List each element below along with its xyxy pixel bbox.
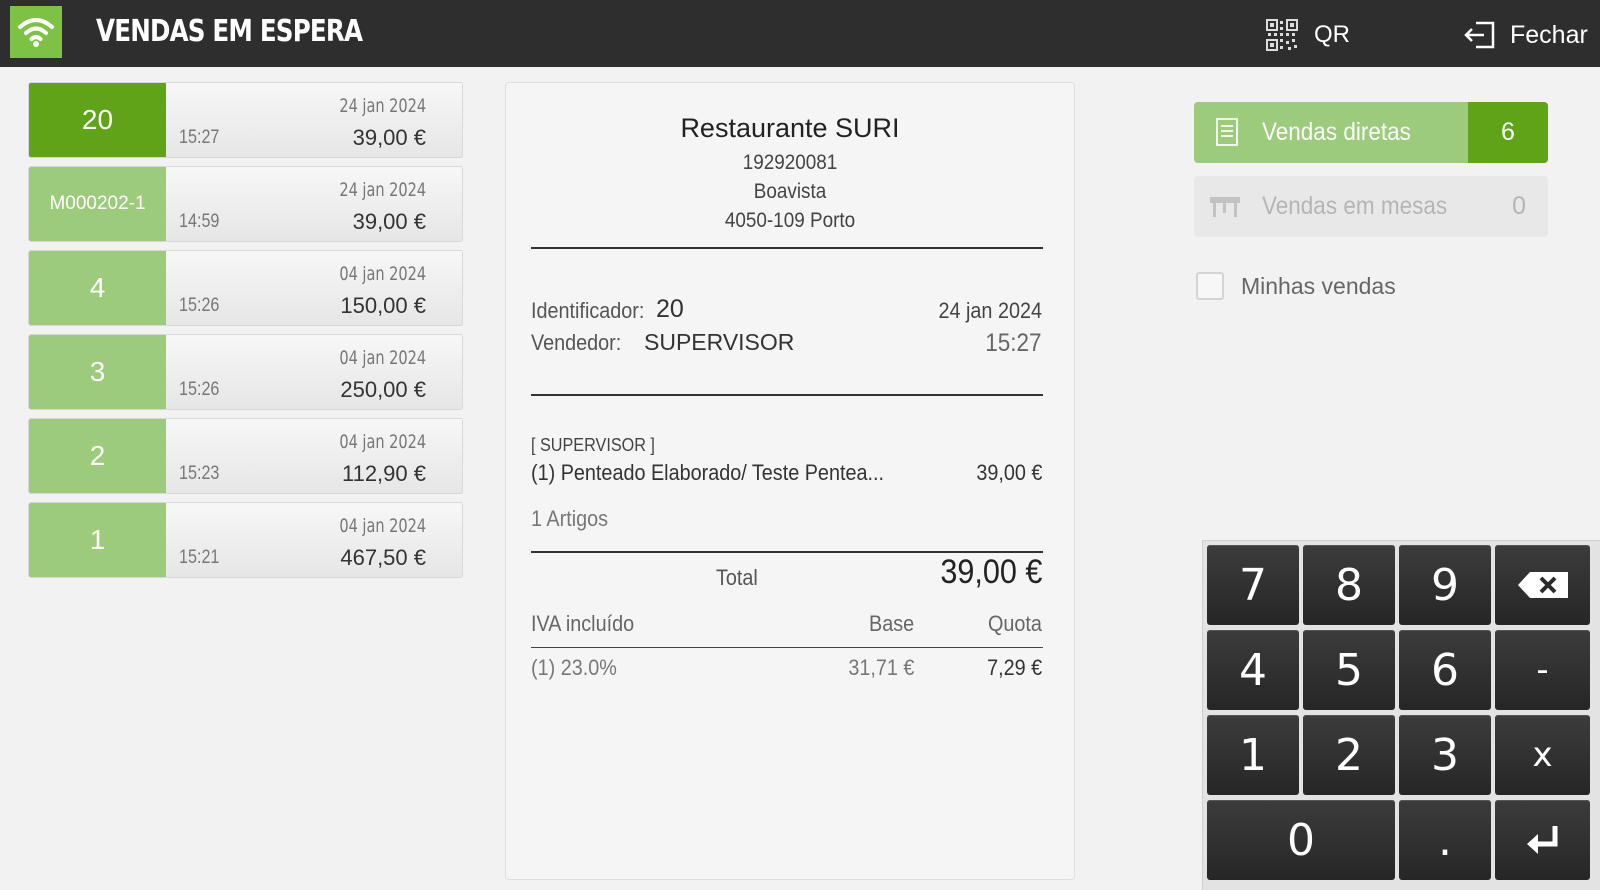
direct-sales-tab[interactable]: Vendas diretas 6 bbox=[1194, 102, 1548, 163]
sale-amount: 150,00 € bbox=[340, 293, 426, 318]
item-price: 39,00 € bbox=[975, 460, 1042, 485]
sale-id: 1 bbox=[29, 503, 166, 577]
sale-amount: 112,90 € bbox=[341, 461, 426, 486]
sale-amount: 39,00 € bbox=[352, 125, 426, 150]
divider bbox=[531, 394, 1043, 396]
top-bar: VENDAS EM ESPERA QR Fechar bbox=[0, 0, 1600, 67]
key-6[interactable]: 6 bbox=[1399, 630, 1491, 710]
numeric-keypad: 7 8 9 4 5 6 - 1 2 3 x 0 . bbox=[1202, 540, 1600, 890]
sale-amount: 39,00 € bbox=[352, 209, 426, 234]
seller-value: SUPERVISOR bbox=[644, 329, 795, 355]
key-1[interactable]: 1 bbox=[1207, 715, 1299, 795]
page-title: VENDAS EM ESPERA bbox=[96, 14, 363, 49]
table-sales-label: Vendas em mesas bbox=[1262, 192, 1448, 220]
receipt-icon bbox=[1216, 118, 1238, 146]
key-5[interactable]: 5 bbox=[1303, 630, 1395, 710]
key-4[interactable]: 4 bbox=[1207, 630, 1299, 710]
item-description: (1) Penteado Elaborado/ Teste Pentea... bbox=[531, 460, 884, 485]
sale-date: 04 jan 2024 bbox=[339, 263, 426, 285]
sale-id: 3 bbox=[29, 335, 166, 409]
wifi-status[interactable] bbox=[10, 6, 62, 58]
enter-key[interactable] bbox=[1495, 800, 1590, 880]
items-count: 1 Artigos bbox=[531, 506, 609, 531]
total-value: 39,00 € bbox=[939, 553, 1042, 591]
exit-icon bbox=[1464, 21, 1495, 49]
sale-id: M000202-1 bbox=[29, 167, 166, 241]
table-sales-count: 0 bbox=[1512, 192, 1526, 220]
identifier-label: Identificador: bbox=[531, 298, 645, 323]
receipt-date: 24 jan 2024 bbox=[938, 298, 1043, 323]
store-tax-id: 192920081 bbox=[742, 151, 838, 174]
table-sales-tab[interactable]: Vendas em mesas 0 bbox=[1194, 176, 1548, 237]
sale-amount: 467,50 € bbox=[340, 545, 426, 570]
table-icon bbox=[1210, 197, 1240, 217]
key-8[interactable]: 8 bbox=[1303, 545, 1395, 625]
sale-id: 4 bbox=[29, 251, 166, 325]
sale-time: 15:21 bbox=[179, 547, 220, 568]
qr-label: QR bbox=[1314, 21, 1350, 48]
sale-date: 04 jan 2024 bbox=[339, 515, 426, 537]
sale-time: 15:27 bbox=[179, 127, 220, 148]
divider bbox=[531, 247, 1043, 249]
sale-date: 04 jan 2024 bbox=[339, 347, 426, 369]
key-0[interactable]: 0 bbox=[1207, 800, 1395, 880]
sale-item[interactable]: M000202-1 24 jan 2024 14:59 39,00 € bbox=[28, 166, 463, 242]
sale-date: 24 jan 2024 bbox=[339, 179, 426, 201]
sale-item[interactable]: 4 04 jan 2024 15:26 150,00 € bbox=[28, 250, 463, 326]
sale-item[interactable]: 3 04 jan 2024 15:26 250,00 € bbox=[28, 334, 463, 410]
store-name: Restaurante SURI bbox=[680, 113, 900, 143]
decimal-key[interactable]: . bbox=[1399, 800, 1491, 880]
minus-key[interactable]: - bbox=[1495, 630, 1590, 710]
key-2[interactable]: 2 bbox=[1303, 715, 1395, 795]
receipt-preview: Restaurante SURI 192920081 Boavista 4050… bbox=[505, 82, 1075, 880]
backspace-key[interactable] bbox=[1495, 545, 1590, 625]
key-3[interactable]: 3 bbox=[1399, 715, 1491, 795]
receipt-time: 15:27 bbox=[985, 329, 1042, 357]
qr-button[interactable]: QR bbox=[1266, 18, 1350, 52]
tax-header: IVA incluído bbox=[531, 611, 635, 636]
store-address: Boavista bbox=[753, 180, 827, 203]
divider bbox=[531, 647, 1043, 648]
close-button[interactable]: Fechar bbox=[1462, 18, 1588, 52]
item-group-label: [ SUPERVISOR ] bbox=[531, 435, 655, 455]
sale-time: 15:23 bbox=[179, 463, 220, 484]
tax-quota: 7,29 € bbox=[986, 655, 1042, 680]
sale-date: 24 jan 2024 bbox=[339, 95, 426, 117]
wifi-icon bbox=[18, 18, 54, 47]
seller-label: Vendedor: bbox=[531, 330, 622, 355]
close-label: Fechar bbox=[1510, 20, 1588, 49]
base-header: Base bbox=[868, 611, 914, 636]
sale-date: 04 jan 2024 bbox=[339, 431, 426, 453]
sale-item[interactable]: 1 04 jan 2024 15:21 467,50 € bbox=[28, 502, 463, 578]
sale-amount: 250,00 € bbox=[340, 377, 426, 402]
sale-item[interactable]: 2 04 jan 2024 15:23 112,90 € bbox=[28, 418, 463, 494]
multiply-key[interactable]: x bbox=[1495, 715, 1590, 795]
qr-code-icon bbox=[1266, 19, 1298, 51]
sale-time: 15:26 bbox=[179, 295, 220, 316]
tax-base: 31,71 € bbox=[847, 655, 914, 680]
sale-id: 2 bbox=[29, 419, 166, 493]
sale-item[interactable]: 20 24 jan 2024 15:27 39,00 € bbox=[28, 82, 463, 158]
enter-icon bbox=[1526, 826, 1557, 854]
my-sales-checkbox[interactable] bbox=[1196, 272, 1224, 300]
backspace-icon bbox=[1517, 572, 1568, 598]
identifier-value: 20 bbox=[656, 295, 684, 323]
tax-rate: (1) 23.0% bbox=[531, 655, 617, 680]
key-9[interactable]: 9 bbox=[1399, 545, 1491, 625]
sale-time: 15:26 bbox=[179, 379, 220, 400]
sale-time: 14:59 bbox=[179, 211, 220, 232]
store-postal: 4050-109 Porto bbox=[724, 209, 856, 232]
key-7[interactable]: 7 bbox=[1207, 545, 1299, 625]
total-label: Total bbox=[716, 565, 758, 590]
my-sales-label[interactable]: Minhas vendas bbox=[1241, 273, 1396, 300]
direct-sales-label: Vendas diretas bbox=[1262, 118, 1411, 146]
sale-id: 20 bbox=[29, 83, 166, 157]
quota-header: Quota bbox=[988, 611, 1042, 636]
direct-sales-count: 6 bbox=[1468, 102, 1548, 163]
